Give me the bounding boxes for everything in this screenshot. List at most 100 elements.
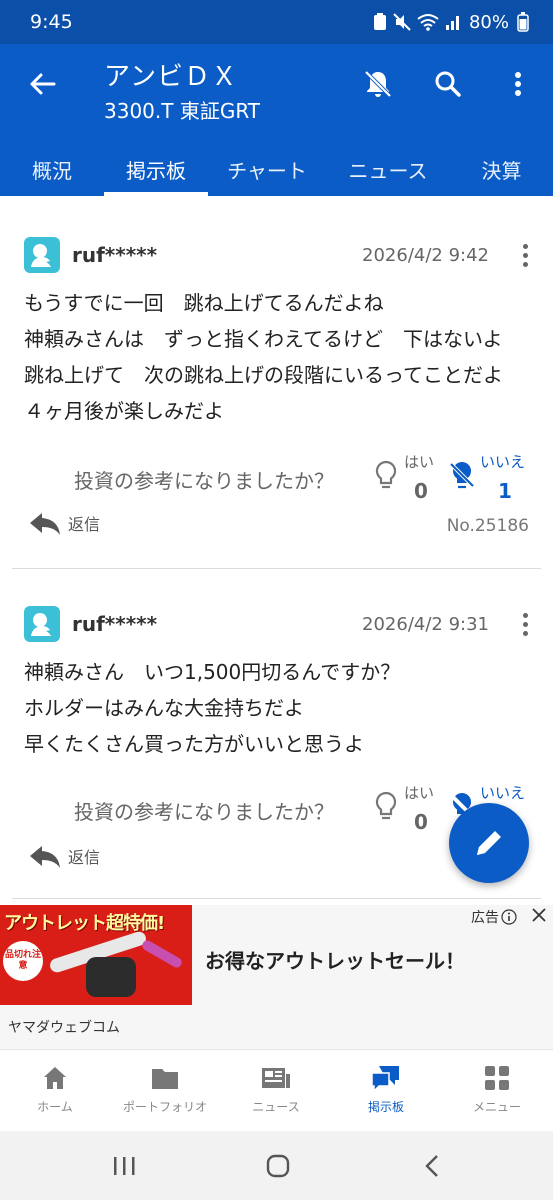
recent-apps-icon — [114, 1157, 135, 1175]
nav-label: ポートフォリオ — [122, 1100, 207, 1114]
tab-bar: 概況 掲示板 チャート ニュース 決算 — [0, 142, 553, 196]
ad-info-icon — [501, 909, 517, 925]
tab-overview[interactable]: 概況 — [0, 142, 104, 196]
bell-off-icon — [364, 70, 392, 98]
nav-home[interactable]: ホーム — [0, 1050, 110, 1132]
post-date: 2026/4/2 9:31 — [362, 614, 489, 635]
compose-post-button[interactable] — [449, 803, 529, 883]
yes-vote-button[interactable] — [372, 459, 400, 493]
ad-image-badge: 品切れ注意 — [3, 941, 43, 981]
ad-banner[interactable]: アウトレット超特価! 品切れ注意 お得なアウトレットセール！ 広告 ヤマダウェブ… — [0, 905, 553, 1049]
recent-apps-button[interactable] — [104, 1151, 144, 1181]
helpful-question: 投資の参考になりましたか？ — [74, 800, 334, 824]
ad-headline[interactable]: お得なアウトレットセール！ — [205, 945, 465, 974]
post-item: ruf***** 2026/4/2 9:42 もうすでに一回 跳ね上げてるんだよ… — [0, 196, 553, 568]
reply-button[interactable]: 返信 — [28, 509, 100, 537]
more-vertical-icon — [515, 72, 521, 96]
battery-saver-icon — [373, 13, 386, 30]
reply-icon — [30, 513, 60, 535]
reply-label: 返信 — [68, 848, 101, 867]
search-icon — [435, 71, 461, 97]
post-line: ホルダーはみんな大金持ちだよ — [24, 696, 304, 720]
username[interactable]: ruf***** — [72, 612, 157, 636]
avatar[interactable] — [24, 606, 60, 642]
username[interactable]: ruf***** — [72, 243, 157, 267]
yes-count: 0 — [414, 810, 428, 834]
nav-label: メニュー — [472, 1100, 521, 1114]
no-count: 1 — [498, 479, 512, 503]
home-system-button[interactable] — [258, 1151, 298, 1181]
lightbulb-icon — [375, 791, 397, 820]
nav-board[interactable]: 掲示板 — [331, 1050, 441, 1132]
curling-iron-image — [140, 938, 184, 970]
system-nav-bar — [0, 1131, 553, 1200]
reply-icon — [30, 846, 60, 868]
nav-news[interactable]: ニュース — [221, 1050, 331, 1132]
nav-label: 掲示板 — [367, 1100, 404, 1114]
post-menu-button[interactable] — [513, 609, 537, 639]
stock-name: アンビＤＸ — [104, 62, 238, 92]
status-icons — [373, 13, 461, 31]
chat-icon — [371, 1064, 401, 1092]
yes-count: 0 — [414, 479, 428, 503]
ad-sponsor: ヤマダウェブコム — [8, 1020, 120, 1036]
post-date: 2026/4/2 9:42 — [362, 245, 489, 266]
reply-button[interactable]: 返信 — [28, 842, 100, 870]
post-line: 神頼みさんは ずっと指くわえてるけど 下はないよ 跳ね上げて 次の跳ね上げの段階… — [24, 327, 523, 423]
post-line: 早くたくさん買った方がいいと思うよ — [24, 732, 364, 756]
post-menu-button[interactable] — [513, 240, 537, 270]
menu-grid-icon — [482, 1064, 512, 1092]
signal-icon — [445, 16, 459, 30]
notification-off-button[interactable] — [360, 66, 396, 102]
user-avatar-icon — [31, 244, 51, 267]
folder-icon — [150, 1064, 180, 1092]
nav-label: ニュース — [252, 1100, 300, 1114]
nav-label: ホーム — [37, 1100, 73, 1114]
tab-news[interactable]: ニュース — [326, 142, 450, 196]
back-system-button[interactable] — [412, 1151, 452, 1181]
title-wrap: アンビＤＸ 3300.T 東証GRT — [104, 56, 260, 124]
post-number: No.25186 — [446, 516, 529, 536]
wifi-icon — [417, 14, 439, 31]
back-button[interactable] — [24, 66, 60, 102]
arrow-left-icon — [30, 73, 56, 95]
home-circle-icon — [266, 1154, 290, 1178]
more-options-button[interactable] — [500, 66, 536, 102]
avatar[interactable] — [24, 237, 60, 273]
lightbulb-off-icon — [449, 461, 475, 489]
user-avatar-icon — [31, 613, 51, 636]
home-icon — [40, 1064, 70, 1092]
post-line: 神頼みさん いつ1,500円切るんですか？ — [24, 660, 401, 684]
nav-portfolio[interactable]: ポートフォリオ — [110, 1050, 220, 1132]
pencil-icon — [477, 831, 501, 855]
chevron-left-icon — [425, 1155, 438, 1177]
helpful-question: 投資の参考になりましたか？ — [74, 469, 334, 493]
yes-label: はい — [404, 453, 435, 471]
tab-chart[interactable]: チャート — [208, 142, 326, 196]
ad-image[interactable]: アウトレット超特価! 品切れ注意 — [0, 905, 192, 1005]
yes-label: はい — [404, 784, 435, 802]
battery-percent: 80% — [468, 11, 509, 33]
search-button[interactable] — [430, 66, 466, 102]
post-body: もうすでに一回 跳ね上げてるんだよね 神頼みさんは ずっと指くわえてるけど 下は… — [24, 285, 529, 429]
tab-board[interactable]: 掲示板 — [104, 142, 208, 196]
no-label: いいえ — [480, 453, 526, 471]
post-divider — [12, 898, 541, 899]
app-header: アンビＤＸ 3300.T 東証GRT 概況 掲示板 チャート ニュース 決算 — [0, 44, 553, 196]
lightbulb-icon — [375, 460, 397, 489]
mute-icon — [393, 13, 411, 31]
no-label: いいえ — [480, 784, 526, 802]
status-bar: 9:45 80% — [0, 0, 553, 44]
close-icon — [532, 908, 546, 922]
post-body: 神頼みさん いつ1,500円切るんですか？ ホルダーはみんな大金持ちだよ 早くた… — [24, 654, 529, 762]
status-right: 80% — [373, 12, 529, 33]
stock-code: 3300.T 東証GRT — [104, 99, 260, 123]
tab-earnings[interactable]: 決算 — [450, 142, 553, 196]
reply-label: 返信 — [68, 515, 101, 534]
no-vote-button[interactable] — [448, 459, 476, 493]
ad-label[interactable]: 広告 — [471, 907, 517, 927]
ad-label-text: 広告 — [471, 910, 499, 926]
ad-close-button[interactable] — [531, 907, 547, 928]
nav-menu[interactable]: メニュー — [442, 1050, 552, 1132]
yes-vote-button[interactable] — [372, 790, 400, 824]
